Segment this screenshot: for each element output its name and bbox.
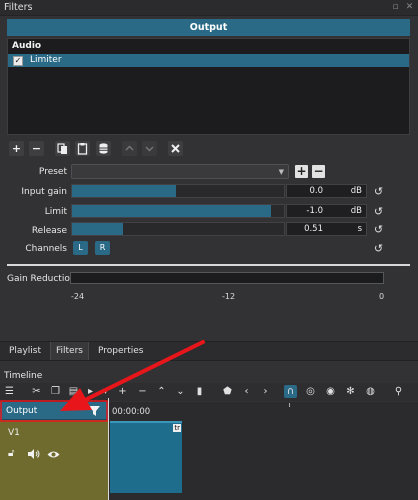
input-gain-fill xyxy=(72,185,176,197)
filter-group-label: Audio xyxy=(12,41,42,51)
limit-spinbox[interactable]: -1.0 dB xyxy=(286,204,367,218)
limit-slider[interactable] xyxy=(71,204,285,218)
reset-icon[interactable]: ↺ xyxy=(372,242,385,255)
copy-filter-button[interactable] xyxy=(55,141,70,156)
reset-icon[interactable]: ↺ xyxy=(372,205,385,218)
paste-icon xyxy=(77,143,88,155)
timeline-clip[interactable]: tr xyxy=(110,421,182,493)
meter-tick-label: -24 xyxy=(71,292,85,301)
preset-label: Preset xyxy=(38,167,67,177)
close-icon[interactable]: ✕ xyxy=(404,2,415,13)
deselect-filter-button[interactable] xyxy=(168,141,183,156)
panel-title: Filters xyxy=(4,2,33,13)
close-icon xyxy=(171,144,180,153)
meter-tick-label: -12 xyxy=(222,292,236,301)
release-fill xyxy=(72,223,123,235)
limit-value: -1.0 xyxy=(306,206,323,216)
move-down-button[interactable] xyxy=(142,141,157,156)
chevron-down-icon: ▼ xyxy=(278,168,284,176)
divider xyxy=(7,264,410,266)
chevron-down-icon xyxy=(145,146,154,152)
channel-right-toggle[interactable]: R xyxy=(95,241,110,255)
paste-filter-button[interactable] xyxy=(75,141,90,156)
release-unit: s xyxy=(357,224,362,234)
channel-left-toggle[interactable]: L xyxy=(73,241,88,255)
remove-filter-button[interactable]: − xyxy=(29,141,44,156)
limit-label: Limit xyxy=(44,207,67,217)
add-preset-button[interactable]: + xyxy=(295,165,308,178)
add-filter-button[interactable]: + xyxy=(9,141,24,156)
input-gain-label: Input gain xyxy=(21,187,67,197)
release-slider[interactable] xyxy=(71,222,285,236)
mute-icon[interactable] xyxy=(28,449,41,459)
filter-item-limiter[interactable]: ✓ Limiter xyxy=(8,54,409,67)
release-label: Release xyxy=(31,226,67,236)
release-value: 0.51 xyxy=(304,224,323,234)
reset-icon[interactable]: ↺ xyxy=(372,223,385,236)
input-gain-unit: dB xyxy=(350,186,362,196)
float-icon[interactable]: ▫ xyxy=(390,2,401,13)
preset-dropdown[interactable]: ▼ xyxy=(71,164,289,179)
annotation-arrow xyxy=(0,340,205,422)
gain-reduction-meter xyxy=(70,272,384,284)
move-up-button[interactable] xyxy=(122,141,137,156)
eye-icon[interactable] xyxy=(47,450,60,459)
input-gain-spinbox[interactable]: 0.0 dB xyxy=(286,184,367,198)
release-spinbox[interactable]: 0.51 s xyxy=(286,222,367,236)
chevron-up-icon xyxy=(125,145,134,151)
limiter-checkbox[interactable]: ✓ xyxy=(13,55,23,66)
limit-unit: dB xyxy=(350,206,362,216)
panel-titlebar: Filters ▫ ✕ xyxy=(0,0,418,16)
filter-item-label: Limiter xyxy=(30,55,62,65)
input-gain-value: 0.0 xyxy=(309,186,323,196)
gain-reduction-label: Gain Reduction xyxy=(7,274,76,284)
channels-label: Channels xyxy=(25,244,67,254)
filter-list[interactable]: Audio ✓ Limiter xyxy=(7,38,410,135)
output-header: Output xyxy=(7,19,410,36)
input-gain-slider[interactable] xyxy=(71,184,285,198)
database-icon xyxy=(99,143,108,154)
reset-icon[interactable]: ↺ xyxy=(372,185,385,198)
delete-preset-button[interactable]: − xyxy=(312,165,325,178)
copy-icon xyxy=(57,143,67,154)
meter-tick-label: 0 xyxy=(379,292,385,301)
save-preset-button[interactable] xyxy=(96,141,111,156)
limit-fill xyxy=(72,205,272,217)
lock-icon[interactable]: 🔓︎ xyxy=(8,448,14,459)
